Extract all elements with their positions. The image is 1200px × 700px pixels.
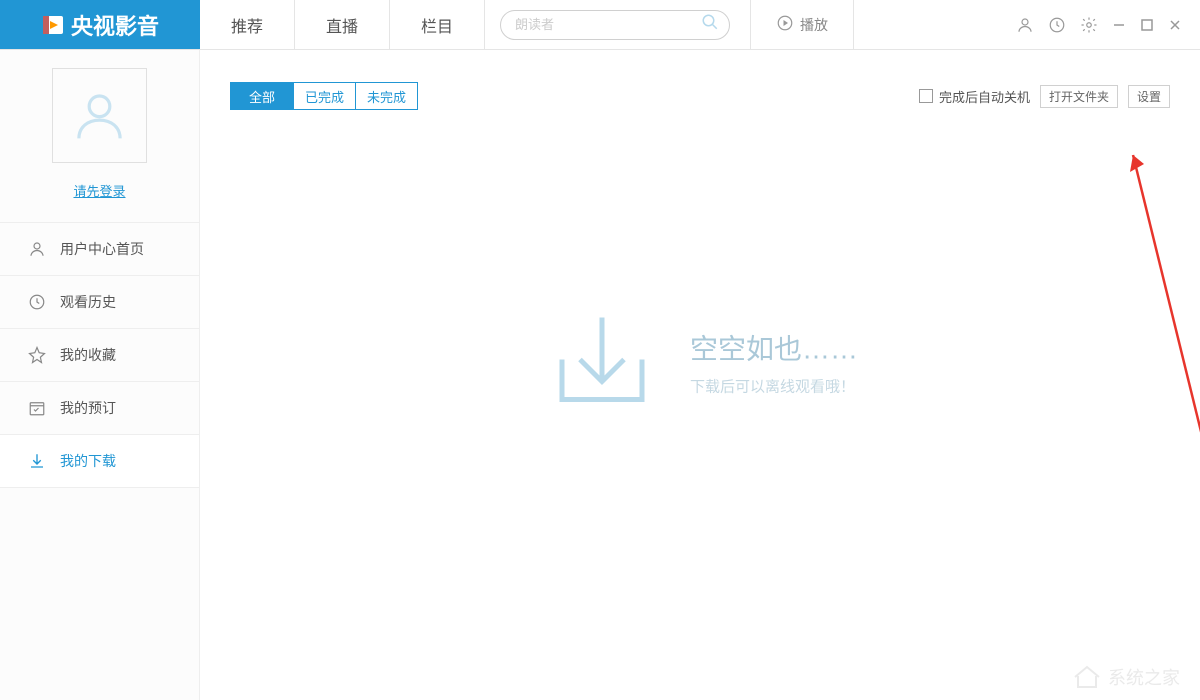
user-icon[interactable] bbox=[1016, 16, 1034, 34]
logo-icon bbox=[41, 13, 65, 37]
app-body: 请先登录 用户中心首页 观看历史 我的收藏 我的预订 我的下载 全部 已完成 bbox=[0, 50, 1200, 700]
checkbox-box-icon bbox=[919, 89, 933, 103]
sidebar-item-favorites[interactable]: 我的收藏 bbox=[0, 329, 199, 382]
search-wrap bbox=[500, 0, 730, 49]
download-toolbar: 全部 已完成 未完成 完成后自动关机 打开文件夹 设置 bbox=[230, 82, 1170, 110]
sidebar-item-label: 我的下载 bbox=[60, 451, 116, 471]
history-icon bbox=[28, 293, 46, 311]
search-box bbox=[500, 10, 730, 40]
empty-state: 空空如也…… 下载后可以离线观看哦！ bbox=[542, 300, 858, 425]
play-button[interactable]: 播放 bbox=[750, 0, 854, 49]
nav-tab-recommend[interactable]: 推荐 bbox=[200, 0, 295, 49]
star-icon bbox=[28, 346, 46, 364]
close-button[interactable] bbox=[1168, 18, 1182, 32]
empty-subtitle: 下载后可以离线观看哦！ bbox=[690, 376, 858, 397]
nav-tabs: 推荐 直播 栏目 bbox=[200, 0, 485, 49]
sidebar-item-history[interactable]: 观看历史 bbox=[0, 276, 199, 329]
header-right bbox=[1016, 0, 1200, 49]
empty-text: 空空如也…… 下载后可以离线观看哦！ bbox=[690, 328, 858, 397]
checkbox-label: 完成后自动关机 bbox=[939, 87, 1030, 106]
app-name: 央视影音 bbox=[71, 9, 159, 41]
message-icon[interactable] bbox=[1048, 16, 1066, 34]
profile-section: 请先登录 bbox=[0, 50, 199, 223]
sidebar-item-label: 观看历史 bbox=[60, 292, 116, 312]
search-icon[interactable] bbox=[701, 13, 719, 36]
sidebar-item-bookings[interactable]: 我的预订 bbox=[0, 382, 199, 435]
filter-group: 全部 已完成 未完成 bbox=[230, 82, 418, 110]
app-header: 央视影音 推荐 直播 栏目 播放 bbox=[0, 0, 1200, 50]
user-icon bbox=[28, 240, 46, 258]
sidebar-item-label: 我的预订 bbox=[60, 398, 116, 418]
minimize-button[interactable] bbox=[1112, 18, 1126, 32]
open-folder-button[interactable]: 打开文件夹 bbox=[1040, 85, 1118, 108]
filter-incomplete[interactable]: 未完成 bbox=[355, 83, 417, 109]
filter-completed[interactable]: 已完成 bbox=[293, 83, 355, 109]
annotation-arrow bbox=[1128, 150, 1200, 470]
toolbar-right: 完成后自动关机 打开文件夹 设置 bbox=[919, 85, 1170, 108]
play-circle-icon bbox=[776, 14, 794, 35]
empty-title: 空空如也…… bbox=[690, 328, 858, 368]
play-label: 播放 bbox=[800, 15, 828, 35]
main-content: 全部 已完成 未完成 完成后自动关机 打开文件夹 设置 空空如也…… 下载后可以… bbox=[200, 50, 1200, 700]
nav-tab-live[interactable]: 直播 bbox=[295, 0, 390, 49]
sidebar-item-user-home[interactable]: 用户中心首页 bbox=[0, 223, 199, 276]
calendar-check-icon bbox=[28, 399, 46, 417]
search-input[interactable] bbox=[515, 17, 701, 32]
filter-all[interactable]: 全部 bbox=[231, 83, 293, 109]
sidebar-item-downloads[interactable]: 我的下载 bbox=[0, 435, 199, 488]
sidebar: 请先登录 用户中心首页 观看历史 我的收藏 我的预订 我的下载 bbox=[0, 50, 200, 700]
login-link[interactable]: 请先登录 bbox=[73, 181, 125, 200]
sidebar-item-label: 我的收藏 bbox=[60, 345, 116, 365]
download-large-icon bbox=[542, 300, 662, 425]
auto-shutdown-checkbox[interactable]: 完成后自动关机 bbox=[919, 87, 1030, 106]
maximize-button[interactable] bbox=[1140, 18, 1154, 32]
sidebar-item-label: 用户中心首页 bbox=[60, 239, 144, 259]
app-logo: 央视影音 bbox=[0, 0, 200, 49]
download-icon bbox=[28, 452, 46, 470]
nav-tab-programs[interactable]: 栏目 bbox=[390, 0, 485, 49]
settings-button[interactable]: 设置 bbox=[1128, 85, 1170, 108]
settings-icon[interactable] bbox=[1080, 16, 1098, 34]
avatar-placeholder[interactable] bbox=[52, 68, 147, 163]
